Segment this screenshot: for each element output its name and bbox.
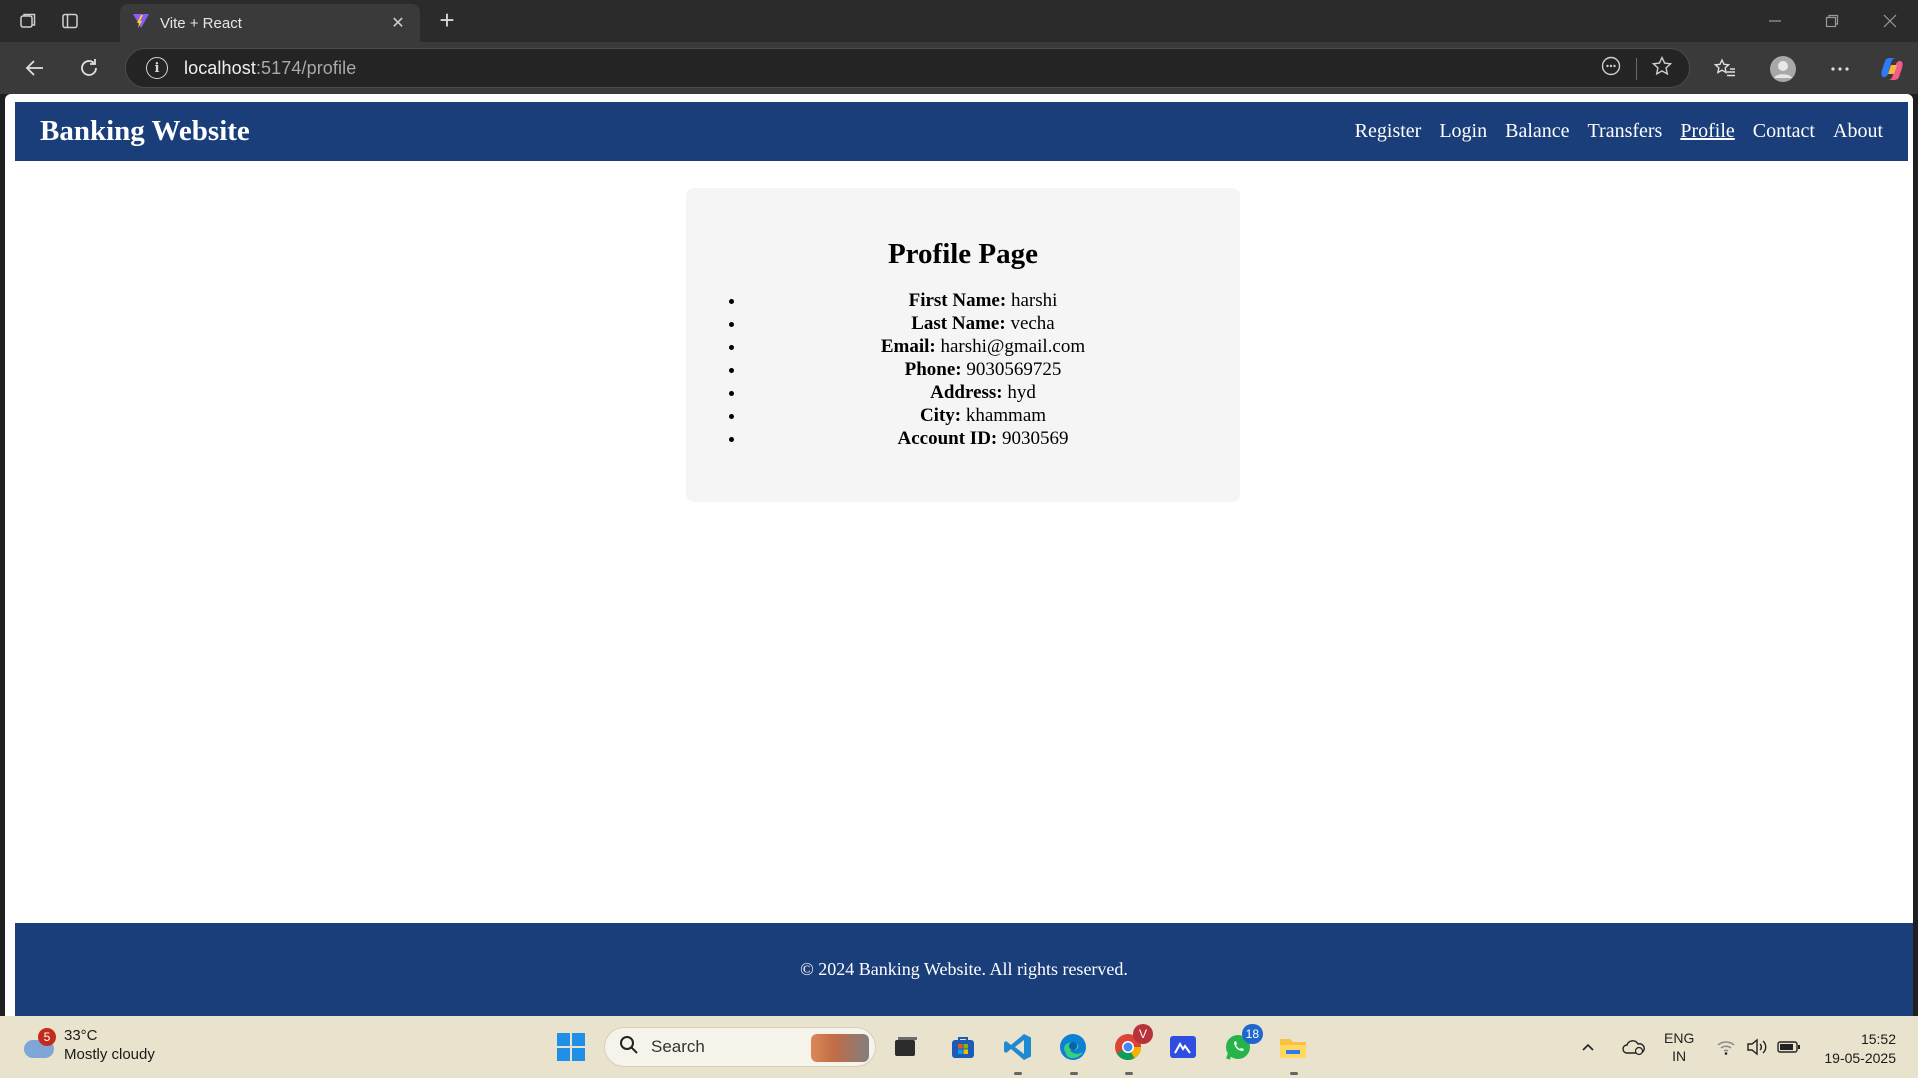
profile-avatar-icon[interactable] [1765,52,1801,86]
battery-icon[interactable] [1777,1016,1801,1078]
clock-time: 15:52 [1860,1031,1896,1047]
tab-actions-icon[interactable] [56,8,84,34]
reload-icon[interactable] [72,52,106,84]
field-value: khammam [965,405,1047,426]
nav-link-register[interactable]: Register [1355,120,1422,143]
vite-favicon-icon [132,12,150,35]
page-title: Profile Page [887,238,1039,270]
field-label: Account ID: [897,428,998,449]
nav-link-transfers[interactable]: Transfers [1588,120,1663,143]
vscode-icon[interactable] [1001,1030,1035,1064]
address-separator [1636,57,1637,80]
lang-region: IN [1672,1048,1687,1064]
whatsapp-icon[interactable]: 18 [1221,1024,1263,1064]
vscode-running-indicator [1014,1072,1022,1075]
chrome-running-indicator [1125,1072,1133,1075]
lang-code: ENG [1664,1030,1695,1046]
site-header: Banking Website Register Login Balance T… [15,102,1908,161]
explorer-running-indicator [1290,1072,1298,1075]
more-menu-icon[interactable] [1822,52,1858,86]
browser-tab-bar: Vite + React ✕ + [0,0,1918,42]
close-window-icon[interactable] [1862,0,1918,42]
nav-link-profile[interactable]: Profile [1680,120,1734,143]
profile-field-city: City: khammam [746,404,1240,427]
site-info-icon[interactable]: i [146,57,168,79]
taskbar-clock[interactable]: 15:52 19-05-2025 [1824,1030,1896,1068]
clock-date: 19-05-2025 [1824,1050,1896,1066]
edge-running-indicator [1070,1072,1078,1075]
url-text[interactable]: localhost:5174/profile [184,58,356,79]
cloud-icon: 5 [22,1028,56,1060]
site-footer: © 2024 Banking Website. All rights reser… [15,923,1913,1016]
language-indicator[interactable]: ENG IN [1664,1016,1694,1078]
profile-field-account-id: Account ID: 9030569 [746,427,1240,450]
taskbar-search[interactable]: Search [604,1027,876,1067]
field-value: 9030569725 [966,359,1062,380]
chrome-icon[interactable]: V [1111,1024,1153,1064]
profile-card: Profile Page First Name: harshi Last Nam… [686,188,1240,502]
field-value: vecha [1010,313,1055,334]
tab-title: Vite + React [160,14,242,32]
site-nav: Register Login Balance Transfers Profile… [1355,120,1883,143]
field-value: hyd [1007,382,1036,403]
field-label: Address: [930,382,1003,403]
browser-tab-active[interactable]: Vite + React ✕ [120,4,420,42]
nav-link-balance[interactable]: Balance [1505,120,1569,143]
close-tab-icon[interactable]: ✕ [388,13,408,33]
search-highlight-image [811,1034,869,1062]
app-launcher-icon[interactable] [1166,1030,1200,1064]
browser-toolbar: i localhost:5174/profile [0,42,1918,94]
search-icon [619,1035,639,1060]
minimize-icon[interactable] [1747,0,1803,42]
windows-start-icon[interactable] [554,1030,588,1064]
footer-copyright: © 2024 Banking Website. All rights reser… [800,959,1128,979]
nav-link-contact[interactable]: Contact [1753,120,1815,143]
weather-widget[interactable]: 5 33°C Mostly cloudy [22,1026,155,1064]
profile-field-phone: Phone: 9030569725 [746,358,1240,381]
new-tab-icon[interactable]: + [432,6,462,36]
back-icon[interactable] [18,52,52,84]
profile-field-email: Email: harshi@gmail.com [746,335,1240,358]
field-label: City: [919,405,962,426]
field-label: Last Name: [911,313,1006,334]
favorite-star-icon[interactable] [1651,55,1673,82]
nav-link-login[interactable]: Login [1439,120,1487,143]
favorites-icon[interactable] [1707,52,1743,86]
field-label: First Name: [908,290,1007,311]
reading-mode-icon[interactable] [1600,55,1622,82]
wifi-icon[interactable] [1716,1016,1736,1078]
whatsapp-unread-badge: 18 [1241,1024,1263,1044]
onedrive-sync-icon[interactable] [1622,1016,1646,1078]
field-label: Email: [880,336,936,357]
copilot-icon[interactable] [1874,52,1910,86]
show-hidden-icons[interactable] [1580,1016,1596,1078]
task-view-icon[interactable] [889,1030,923,1064]
address-bar[interactable]: i localhost:5174/profile [125,48,1690,88]
field-value: harshi@gmail.com [940,336,1086,357]
weather-badge: 5 [38,1028,56,1046]
weather-condition: Mostly cloudy [64,1046,155,1063]
volume-icon[interactable] [1746,1016,1768,1078]
search-placeholder: Search [651,1037,705,1056]
field-label: Phone: [904,359,962,380]
workspaces-icon[interactable] [14,8,42,34]
profile-field-list: First Name: harshi Last Name: vecha Emai… [686,289,1240,450]
restore-icon[interactable] [1804,0,1860,42]
page-viewport: Banking Website Register Login Balance T… [5,94,1913,1016]
field-value: harshi [1010,290,1058,311]
profile-field-last-name: Last Name: vecha [746,312,1240,335]
file-explorer-icon[interactable] [1276,1030,1310,1064]
profile-field-address: Address: hyd [746,381,1240,404]
profile-field-first-name: First Name: harshi [746,289,1240,312]
microsoft-store-icon[interactable] [946,1030,980,1064]
taskbar: 5 33°C Mostly cloudy Search V 18 ENG IN … [0,1016,1918,1078]
weather-temperature: 33°C [64,1027,98,1044]
site-brand[interactable]: Banking Website [40,115,250,148]
edge-icon[interactable] [1056,1030,1090,1064]
chrome-profile-badge: V [1133,1024,1153,1044]
field-value: 9030569 [1002,428,1069,449]
nav-link-about[interactable]: About [1833,120,1883,143]
